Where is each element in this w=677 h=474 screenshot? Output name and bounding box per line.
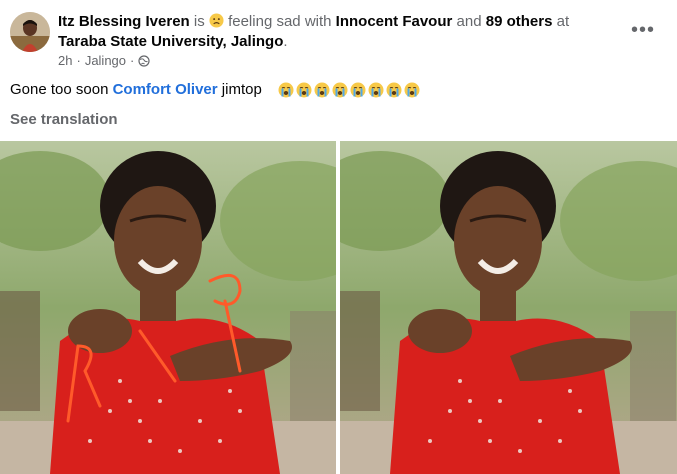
post-body: Gone too soon Comfort Oliver jimtop <box>10 80 420 100</box>
is-word: is <box>193 13 205 30</box>
post-headline: Itz Blessing Iveren is feeling sad with … <box>58 12 618 52</box>
tagged-person[interactable]: Innocent Favour <box>336 13 453 30</box>
crying-emoji-icon <box>296 82 312 98</box>
crying-emoji-icon <box>332 82 348 98</box>
author-name[interactable]: Itz Blessing Iveren <box>58 13 190 30</box>
sad-face-emoji-icon <box>209 13 224 28</box>
post-location[interactable]: Jalingo <box>85 53 126 69</box>
crying-emoji-icon <box>368 82 384 98</box>
see-translation-link[interactable]: See translation <box>10 111 118 128</box>
others-link[interactable]: 89 others <box>486 13 553 30</box>
post-text-start: Gone too soon <box>10 81 109 98</box>
at-word: at <box>556 13 570 30</box>
post-meta: 2h · Jalingo · <box>58 53 150 69</box>
and-word: and <box>456 13 482 30</box>
globe-icon[interactable] <box>138 55 150 67</box>
crying-emoji-icon <box>314 82 330 98</box>
more-options-icon[interactable]: ••• <box>631 20 655 40</box>
post-text-end: jimtop <box>221 81 262 98</box>
author-avatar[interactable] <box>10 12 50 52</box>
feeling-text: feeling sad <box>228 13 301 30</box>
crying-emoji-icon <box>278 82 294 98</box>
meta-separator-2: · <box>130 53 135 68</box>
facebook-post: Itz Blessing Iveren is feeling sad with … <box>0 0 677 474</box>
mention-link[interactable]: Comfort Oliver <box>113 80 218 100</box>
meta-separator: · <box>76 53 81 68</box>
crying-emoji-icon <box>386 82 402 98</box>
place-link[interactable]: Taraba State University, Jalingo <box>58 33 283 50</box>
headline-period: . <box>283 33 288 50</box>
crying-emoji-icon <box>350 82 366 98</box>
crying-emoji-icon <box>404 82 420 98</box>
post-time[interactable]: 2h <box>58 53 72 69</box>
post-photo-1[interactable] <box>0 141 336 474</box>
crying-emoji-row <box>278 82 420 98</box>
with-word: with <box>304 13 332 30</box>
post-photo-2[interactable] <box>340 141 677 474</box>
